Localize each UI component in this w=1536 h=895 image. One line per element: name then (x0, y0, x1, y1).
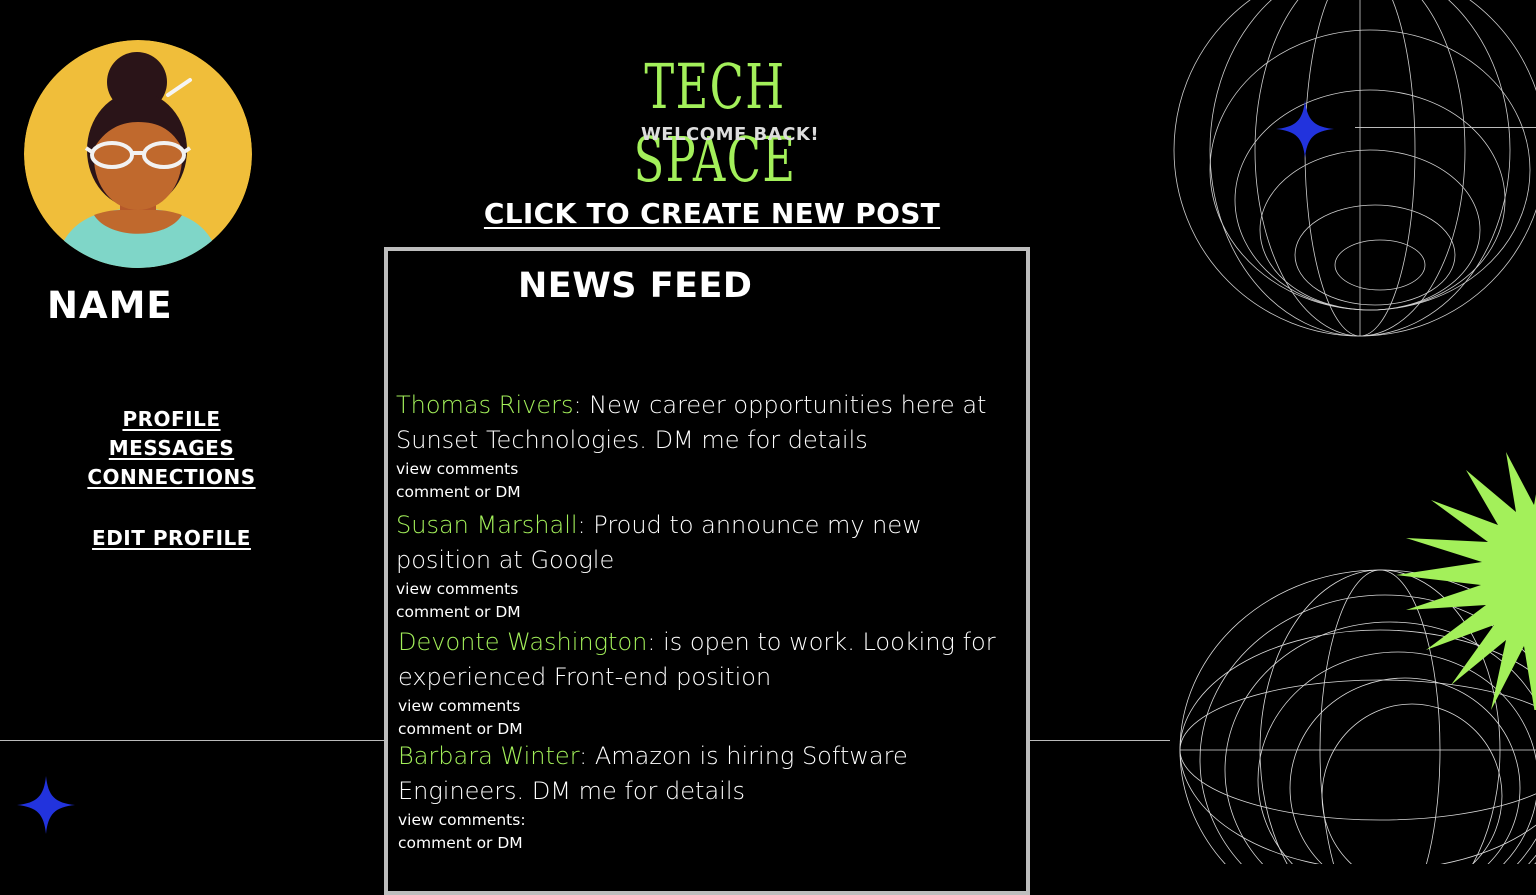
view-comments-link[interactable]: view comments: (398, 809, 1018, 832)
feed-post: Thomas Rivers: New career opportunities … (396, 388, 1016, 504)
welcome-message: WELCOME BACK! (640, 124, 820, 145)
green-starburst-icon (1396, 452, 1536, 710)
app-title: TECH SPACE (633, 50, 797, 196)
sparkle-icon (17, 776, 75, 834)
sidebar-nav-secondary: EDIT PROFILE (40, 524, 303, 553)
sidebar-nav: PROFILE MESSAGES CONNECTIONS (40, 405, 303, 492)
comment-or-dm-link[interactable]: comment or DM (396, 481, 1016, 504)
view-comments-link[interactable]: view comments (396, 458, 1016, 481)
view-comments-link[interactable]: view comments (396, 578, 1016, 601)
avatar[interactable] (24, 40, 252, 268)
feed-post: Devonte Washington: is open to work. Loo… (398, 625, 1018, 741)
nav-profile-link[interactable]: PROFILE (40, 405, 303, 434)
view-comments-link[interactable]: view comments (398, 695, 1018, 718)
feed-post: Susan Marshall: Proud to announce my new… (396, 508, 1016, 624)
post-author[interactable]: Thomas Rivers (396, 391, 573, 419)
create-post-button[interactable]: CLICK TO CREATE NEW POST (392, 197, 1032, 230)
nav-connections-link[interactable]: CONNECTIONS (40, 463, 303, 492)
feed-post: Barbara Winter: Amazon is hiring Softwar… (398, 739, 1018, 855)
post-author[interactable]: Susan Marshall (396, 511, 578, 539)
news-feed-title: NEWS FEED (518, 266, 753, 306)
edit-profile-link[interactable]: EDIT PROFILE (40, 524, 303, 553)
wireframe-globe-icon (1173, 0, 1536, 337)
post-author[interactable]: Barbara Winter (398, 742, 579, 770)
comment-or-dm-link[interactable]: comment or DM (398, 718, 1018, 741)
comment-or-dm-link[interactable]: comment or DM (396, 601, 1016, 624)
profile-name: NAME (47, 284, 173, 327)
post-author[interactable]: Devonte Washington (398, 628, 647, 656)
comment-or-dm-link[interactable]: comment or DM (398, 832, 1018, 855)
sparkle-icon (1276, 100, 1334, 158)
nav-messages-link[interactable]: MESSAGES (40, 434, 303, 463)
